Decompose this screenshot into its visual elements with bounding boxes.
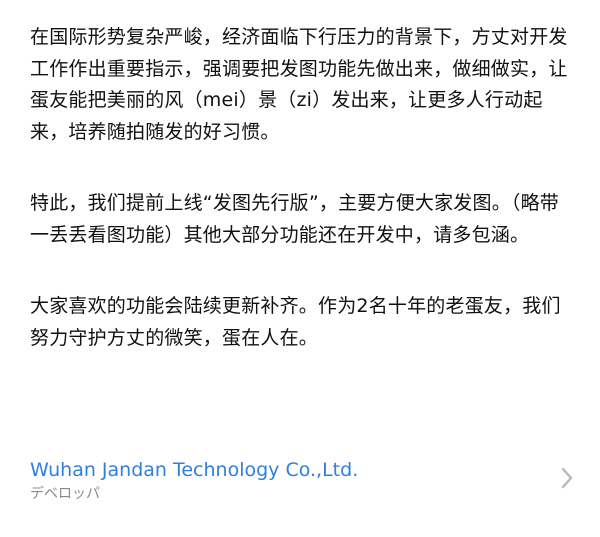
description-paragraph-2: 特此，我们提前上线“发图先行版”，主要方便大家发图。（略带一丢丢看图功能）其他大… [30, 192, 559, 246]
app-description: 在国际形势复杂严峻，经济面临下行压力的背景下，方丈对开发工作作出重要指示，强调要… [30, 22, 575, 354]
description-paragraph-1: 在国际形势复杂严峻，经济面临下行压力的背景下，方丈对开发工作作出重要指示，强调要… [30, 26, 568, 143]
chevron-right-icon [558, 466, 576, 490]
developer-name: Wuhan Jandan Technology Co.,Ltd. [30, 459, 359, 481]
description-paragraph-3: 大家喜欢的功能会陆续更新补齐。作为2名十年的老蛋友，我们努力守护方丈的微笑，蛋在… [30, 295, 561, 349]
developer-caption: デベロッパ [30, 486, 100, 502]
developer-link-row[interactable]: Wuhan Jandan Technology Co.,Ltd. デベロッパ [30, 455, 576, 509]
